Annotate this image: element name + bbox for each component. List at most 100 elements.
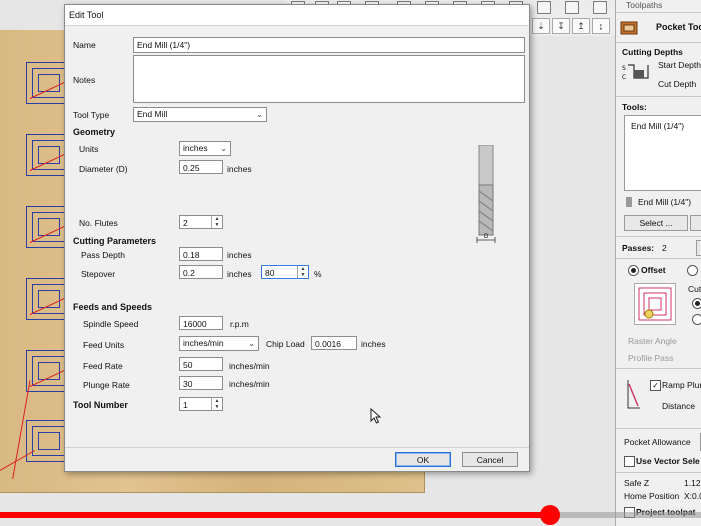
svg-text:C: C xyxy=(622,74,626,81)
units-value: inches xyxy=(183,143,208,153)
use-vector-checkbox[interactable] xyxy=(624,456,635,467)
axis-view-icon[interactable]: ↨ xyxy=(592,18,610,34)
pocket-allowance-label: Pocket Allowance xyxy=(624,437,691,447)
ramp-diagram-icon xyxy=(626,378,642,412)
cutting-depths-header: Cutting Depths xyxy=(622,47,683,57)
chevron-down-icon: ⌄ xyxy=(256,110,263,119)
depth-diagram-icon: SC xyxy=(622,60,652,82)
end-mill-diagram: D xyxy=(475,144,497,245)
home-position-value: X:0.0 xyxy=(684,491,701,501)
dialog-title-bar[interactable]: Edit Tool xyxy=(65,5,529,26)
conventional-radio[interactable] xyxy=(692,314,701,325)
feed-rate-unit: inches/min xyxy=(229,361,270,371)
edit-passes-button[interactable] xyxy=(696,240,701,256)
view-icon[interactable] xyxy=(537,1,551,14)
spin-arrows-icon[interactable]: ▲ ▼ xyxy=(211,216,222,228)
flutes-label: No. Flutes xyxy=(79,218,118,228)
climb-radio[interactable] xyxy=(692,298,701,309)
panel-title: Pocket Too xyxy=(656,22,701,32)
ramp-distance-label: Distance xyxy=(662,401,696,411)
chevron-down-icon: ⌄ xyxy=(248,339,255,348)
tools-header: Tools: xyxy=(622,102,647,112)
chip-load-unit: inches xyxy=(361,339,386,349)
spindle-speed-input[interactable]: 16000 xyxy=(179,316,223,330)
diameter-unit: inches xyxy=(227,164,252,174)
spin-arrows-icon[interactable]: ▲ ▼ xyxy=(211,398,222,410)
view-icon[interactable] xyxy=(565,1,579,14)
tool-list[interactable]: End Mill (1/4") xyxy=(624,115,701,191)
axis-view-icon[interactable]: ↧ xyxy=(552,18,570,34)
pocket-toolpath-icon xyxy=(620,18,638,36)
safe-z-label: Safe Z xyxy=(624,478,650,488)
stepover-label: Stepover xyxy=(81,269,116,279)
video-progress-fill xyxy=(0,512,551,518)
spindle-speed-unit: r.p.m xyxy=(230,319,249,329)
diameter-diagram-label: D xyxy=(484,234,489,240)
pass-depth-label: Pass Depth xyxy=(81,250,125,260)
chevron-down-icon: ⌄ xyxy=(220,144,227,153)
view-icon[interactable] xyxy=(593,1,607,14)
profile-pass-label: Profile Pass xyxy=(628,353,674,363)
chip-load-input[interactable]: 0.0016 xyxy=(311,336,357,350)
ramp-plunge-label: Ramp Plun xyxy=(662,380,701,390)
toolpath-panel: Toolpaths Pocket Too Cutting Depths SC S… xyxy=(615,0,701,526)
spindle-speed-label: Spindle Speed xyxy=(83,319,139,329)
feed-units-label: Feed Units xyxy=(83,340,125,350)
units-select[interactable]: inches ⌄ xyxy=(179,141,231,156)
cancel-button[interactable]: Cancel xyxy=(462,452,518,467)
stepover-unit: inches xyxy=(227,269,252,279)
name-label: Name xyxy=(73,40,96,50)
ramp-plunge-checkbox[interactable]: ✓ xyxy=(650,380,661,391)
raster-radio[interactable] xyxy=(687,265,698,276)
dialog-title: Edit Tool xyxy=(69,10,104,20)
notes-label: Notes xyxy=(73,75,96,85)
offset-pattern-icon xyxy=(634,283,676,325)
stepover-percent-stepper[interactable]: 80 ▲ ▼ xyxy=(261,265,309,279)
geometry-header: Geometry xyxy=(73,127,116,137)
passes-value: 2 xyxy=(662,243,667,253)
stepover-percent-value: 80 xyxy=(265,268,275,278)
chip-load-label: Chip Load xyxy=(266,339,305,349)
use-vector-label: Use Vector Sele xyxy=(636,456,700,466)
edit-tool-dialog: Edit Tool Name End Mill (1/4") Notes Too… xyxy=(64,4,530,472)
select-tool-button[interactable]: Select ... xyxy=(624,215,688,231)
selected-tool-label: End Mill (1/4") xyxy=(638,197,692,207)
offset-radio[interactable] xyxy=(628,265,639,276)
pass-depth-input[interactable]: 0.18 xyxy=(179,247,223,261)
axis-view-icon[interactable]: ⇣ xyxy=(532,18,550,34)
safe-z-value: 1.12 xyxy=(684,478,701,488)
spin-arrows-icon[interactable]: ▲ ▼ xyxy=(297,266,308,278)
diameter-input[interactable]: 0.25 xyxy=(179,160,223,174)
units-label: Units xyxy=(79,144,99,154)
plunge-rate-label: Plunge Rate xyxy=(83,380,130,390)
axis-view-icon[interactable]: ↥ xyxy=(572,18,590,34)
feed-rate-input[interactable]: 50 xyxy=(179,357,223,371)
name-input[interactable]: End Mill (1/4") xyxy=(133,37,525,53)
panel-header: Toolpaths xyxy=(626,0,663,10)
plunge-rate-input[interactable]: 30 xyxy=(179,376,223,390)
plunge-rate-unit: inches/min xyxy=(229,379,270,389)
tool-number-stepper[interactable]: 1 ▲ ▼ xyxy=(179,397,223,411)
pass-depth-unit: inches xyxy=(227,250,252,260)
home-position-label: Home Position xyxy=(624,491,680,501)
offset-radio-label: Offset xyxy=(641,265,666,275)
notes-textarea[interactable] xyxy=(133,55,525,103)
tool-number-label: Tool Number xyxy=(73,400,128,410)
diameter-label: Diameter (D) xyxy=(79,164,128,174)
tool-icon xyxy=(626,197,632,207)
axis-view-toolbar: ⇣ ↧ ↥ ↨ xyxy=(528,14,620,36)
ok-button[interactable]: OK xyxy=(395,452,451,467)
stepover-input[interactable]: 0.2 xyxy=(179,265,223,279)
edit-tool-button[interactable] xyxy=(690,215,701,231)
feed-units-select[interactable]: inches/min ⌄ xyxy=(179,336,259,351)
feeds-speeds-header: Feeds and Speeds xyxy=(73,302,153,312)
tool-number-value: 1 xyxy=(183,400,188,410)
flutes-stepper[interactable]: 2 ▲ ▼ xyxy=(179,215,223,229)
cut-depth-label: Cut Depth xyxy=(658,79,697,89)
tool-list-item[interactable]: End Mill (1/4") xyxy=(631,121,684,131)
stepover-percent-unit: % xyxy=(314,269,322,279)
mouse-pointer-icon xyxy=(370,407,382,424)
tool-type-select[interactable]: End Mill ⌄ xyxy=(133,107,267,122)
tool-type-value: End Mill xyxy=(137,109,168,119)
feed-units-value: inches/min xyxy=(183,338,224,348)
